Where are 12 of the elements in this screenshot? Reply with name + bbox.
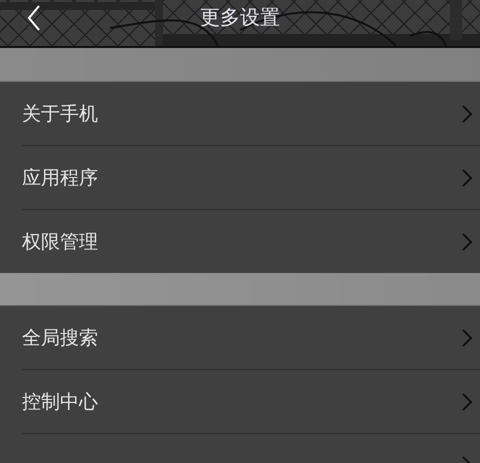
chevron-icon xyxy=(462,328,472,346)
settings-item[interactable]: 全局搜索 xyxy=(22,306,480,370)
page-title: 更多设置 xyxy=(200,4,280,30)
chevron-icon xyxy=(462,104,472,122)
settings-item[interactable]: 关于手机 xyxy=(22,82,480,146)
settings-item[interactable]: 应用程序 xyxy=(22,146,480,210)
back-icon[interactable] xyxy=(27,5,41,31)
chevron-icon xyxy=(462,168,472,186)
chevron-icon xyxy=(462,392,472,410)
chevron-icon xyxy=(462,232,472,250)
settings-item[interactable]: 控制中心 xyxy=(22,370,480,434)
settings-item[interactable]: 权限管理 xyxy=(22,210,480,273)
